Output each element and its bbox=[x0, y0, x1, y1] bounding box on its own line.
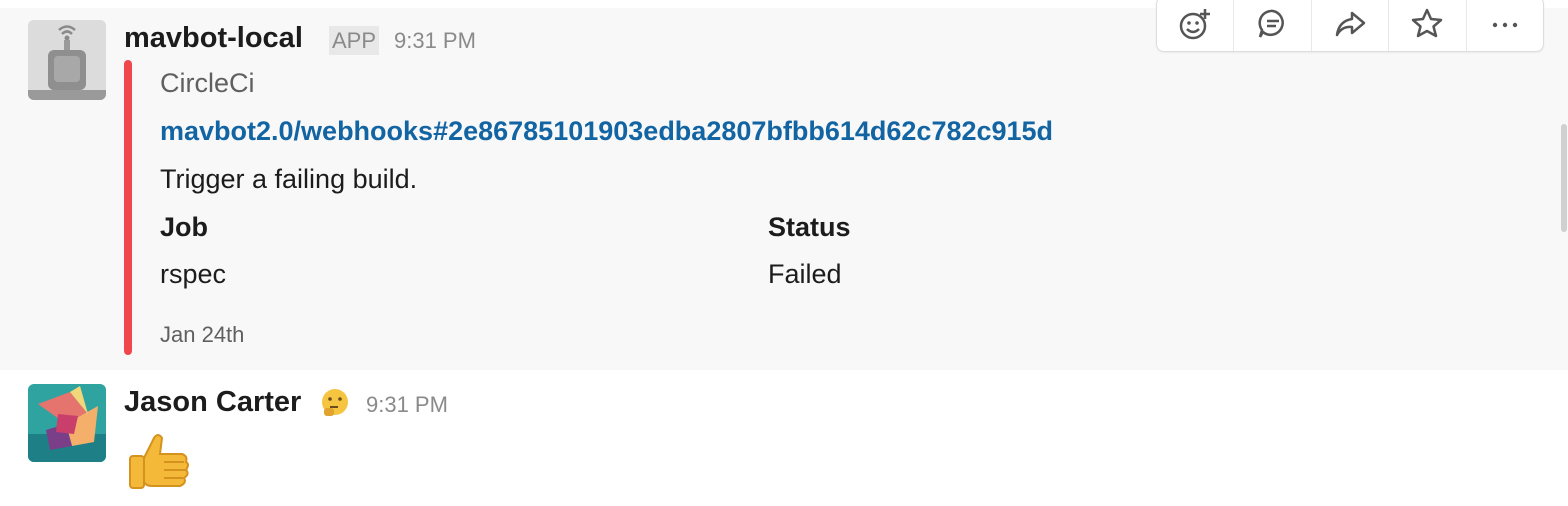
scrollbar-thumb[interactable] bbox=[1561, 124, 1567, 232]
field-value-job: rspec bbox=[160, 259, 227, 289]
abstract-art-avatar-icon bbox=[28, 384, 106, 462]
field-value-status: Failed bbox=[768, 259, 842, 289]
message-emoji bbox=[124, 428, 194, 498]
save-message-button[interactable] bbox=[1389, 0, 1467, 51]
reply-in-thread-button[interactable] bbox=[1234, 0, 1312, 51]
add-reaction-button[interactable] bbox=[1157, 0, 1235, 51]
thinking-face-emoji bbox=[322, 389, 348, 416]
reply-in-thread-icon bbox=[1258, 9, 1284, 38]
field-title-job: Job bbox=[160, 212, 209, 242]
attachment-author: CircleCi bbox=[160, 68, 255, 98]
field-title-status: Status bbox=[768, 212, 851, 242]
message-timestamp[interactable]: 9:31 PM bbox=[366, 392, 448, 418]
attachment-footer-date: Jan 24th bbox=[160, 322, 245, 347]
share-message-icon bbox=[1335, 11, 1366, 37]
robot-icon bbox=[28, 20, 106, 100]
message-timestamp[interactable]: 9:31 PM bbox=[394, 28, 476, 54]
user-avatar[interactable] bbox=[28, 384, 106, 462]
message-author-name[interactable]: Jason Carter bbox=[124, 386, 301, 419]
more-actions-button[interactable] bbox=[1467, 0, 1543, 51]
attachment-color-bar bbox=[124, 60, 132, 355]
share-message-button[interactable] bbox=[1312, 0, 1390, 51]
message-author-name[interactable]: mavbot-local bbox=[124, 22, 303, 55]
attachment-title-link[interactable]: mavbot2.0/webhooks#2e86785101903edba2807… bbox=[160, 116, 1053, 147]
attachment-text: Trigger a failing build. bbox=[160, 164, 418, 194]
add-reaction-icon bbox=[1179, 9, 1211, 40]
app-badge: APP bbox=[329, 26, 380, 55]
user-status-emoji[interactable] bbox=[318, 386, 352, 420]
save-star-icon bbox=[1412, 8, 1443, 38]
bot-avatar[interactable] bbox=[28, 20, 106, 100]
thumbs-up-emoji bbox=[129, 434, 189, 489]
message-actions-toolbar bbox=[1156, 0, 1544, 52]
more-actions-icon bbox=[1492, 22, 1518, 28]
